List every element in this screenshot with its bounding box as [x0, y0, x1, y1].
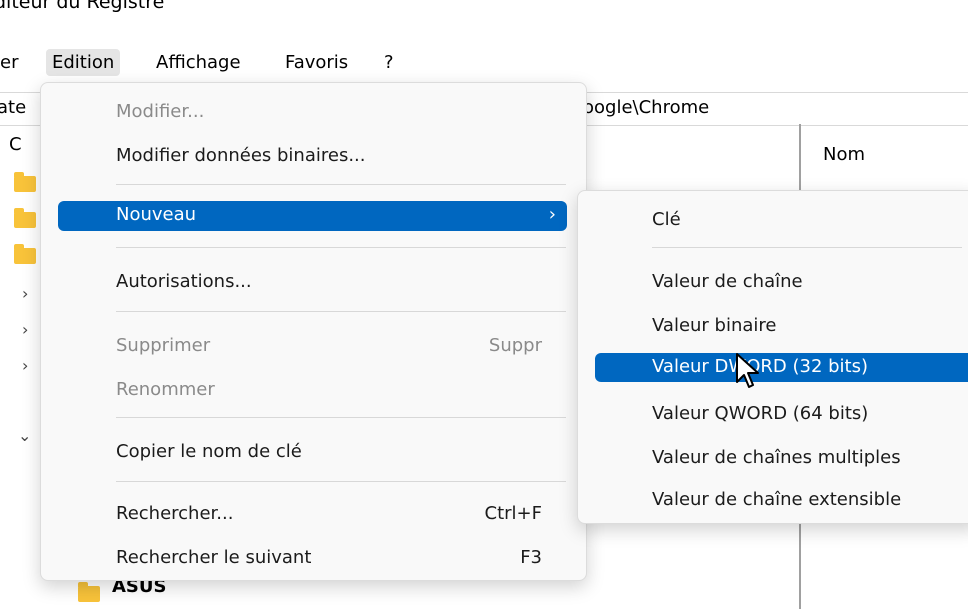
menu-divider: [652, 247, 962, 248]
column-header-label: Nom: [823, 144, 866, 165]
title-bar: diteur du Registre: [0, 0, 968, 34]
edition-menu: Modifier... Modifier données binaires...…: [40, 82, 587, 581]
menu-favoris[interactable]: Favoris: [279, 49, 354, 76]
menu-divider: [116, 481, 566, 482]
menu-divider: [116, 417, 566, 418]
folder-icon: [14, 208, 36, 228]
menu-item-label: Rechercher...: [116, 503, 234, 524]
menu-divider: [116, 311, 566, 312]
submenu-item-label: Valeur de chaîne: [652, 271, 803, 292]
folder-icon: [14, 172, 36, 192]
submenu-item-label: Valeur de chaînes multiples: [652, 447, 901, 468]
submenu-item-label: Clé: [652, 209, 681, 230]
menu-divider: [116, 247, 566, 248]
chevron-right-icon: ›: [548, 204, 556, 225]
menu-item-label: Copier le nom de clé: [116, 441, 302, 462]
chevron-right-icon[interactable]: ›: [22, 284, 28, 303]
menu-item-label: Autorisations...: [116, 271, 252, 292]
menu-item-label: Modifier...: [116, 101, 205, 122]
menu-item-supprimer[interactable]: Supprimer Suppr: [41, 329, 586, 365]
submenu-item-label: Valeur QWORD (64 bits): [652, 403, 869, 424]
window-title: diteur du Registre: [0, 0, 165, 13]
menu-item-label: Rechercher le suivant: [116, 547, 312, 568]
tree-root-label[interactable]: C: [9, 134, 22, 155]
menu-item-shortcut: Ctrl+F: [484, 503, 542, 524]
menu-item-modifier[interactable]: Modifier...: [41, 95, 586, 131]
menu-item-modifier-binaire[interactable]: Modifier données binaires...: [41, 139, 586, 175]
submenu-item-cle[interactable]: Clé: [578, 203, 968, 239]
menu-divider: [116, 184, 566, 185]
nouveau-submenu: Clé Valeur de chaîne Valeur binaire Vale…: [577, 190, 968, 524]
address-left-text: ate: [0, 97, 27, 118]
mouse-cursor-icon: [736, 353, 759, 388]
submenu-item-extensible[interactable]: Valeur de chaîne extensible: [578, 483, 968, 519]
menu-item-label: Renommer: [116, 379, 215, 400]
submenu-item-chaine[interactable]: Valeur de chaîne: [578, 265, 968, 301]
folder-icon: [78, 582, 100, 602]
submenu-item-multi[interactable]: Valeur de chaînes multiples: [578, 441, 968, 477]
submenu-item-qword[interactable]: Valeur QWORD (64 bits): [578, 397, 968, 433]
folder-icon: [14, 244, 36, 264]
menu-item-autorisations[interactable]: Autorisations...: [41, 265, 586, 301]
submenu-item-binaire[interactable]: Valeur binaire: [578, 309, 968, 345]
menu-item-shortcut: F3: [520, 547, 542, 568]
chevron-down-icon[interactable]: ⌄: [18, 426, 31, 445]
chevron-right-icon[interactable]: ›: [22, 320, 28, 339]
menu-bar: er Edition Affichage Favoris ?: [0, 40, 968, 82]
chevron-right-icon[interactable]: ›: [22, 356, 28, 375]
menu-item-rechercher[interactable]: Rechercher... Ctrl+F: [41, 497, 586, 533]
submenu-item-label: Valeur de chaîne extensible: [652, 489, 902, 510]
menu-item-label: Supprimer: [116, 335, 211, 356]
menu-affichage[interactable]: Affichage: [150, 49, 247, 76]
submenu-item-label: Valeur binaire: [652, 315, 777, 336]
menu-fichier[interactable]: er: [0, 49, 24, 76]
menu-item-nouveau[interactable]: Nouveau ›: [41, 201, 586, 237]
menu-item-label: Modifier données binaires...: [116, 145, 366, 166]
submenu-item-dword[interactable]: Valeur DWORD (32 bits): [578, 353, 968, 389]
menu-item-copier-nom[interactable]: Copier le nom de clé: [41, 435, 586, 471]
menu-item-shortcut: Suppr: [488, 335, 542, 356]
menu-help[interactable]: ?: [378, 49, 400, 76]
address-path-text: oogle\Chrome: [583, 97, 710, 118]
menu-item-renommer[interactable]: Renommer: [41, 373, 586, 409]
menu-item-rechercher-suivant[interactable]: Rechercher le suivant F3: [41, 541, 586, 577]
menu-item-label: Nouveau: [116, 204, 197, 225]
menu-edition[interactable]: Edition: [46, 49, 121, 76]
column-header-nom[interactable]: Nom: [801, 124, 968, 180]
